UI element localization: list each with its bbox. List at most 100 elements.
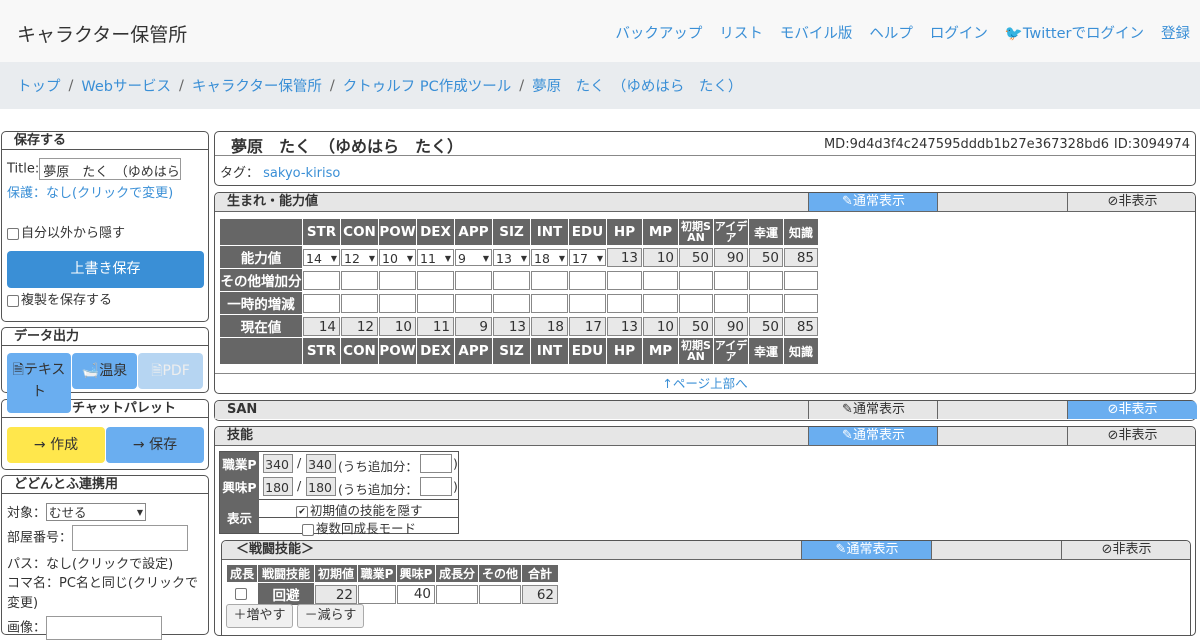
brand-title[interactable]: キャラクター保管所 [17,20,187,47]
skill-normal-toggle[interactable]: ✎通常表示 [808,427,938,445]
copy-checkbox[interactable] [7,294,19,307]
extra-input[interactable] [417,270,454,290]
temp-input[interactable] [493,293,530,313]
ability-footer: STR [303,338,340,364]
current-value: 9 [455,316,492,336]
ability-header: INT [531,219,568,245]
combat-normal-toggle[interactable]: ✎通常表示 [801,541,932,559]
skill-middle-toggle[interactable] [937,427,1068,445]
extra-input[interactable] [607,270,642,290]
extra-input[interactable] [493,270,530,290]
extra-input[interactable] [379,270,416,290]
skill-hobby-input[interactable]: 40 [397,584,435,604]
breadcrumb-webservice[interactable]: Webサービス [81,75,171,96]
skill-job-input[interactable] [358,584,396,604]
nav-backup-link[interactable]: バックアップ [615,22,702,43]
str-select[interactable]: 14 [303,248,340,267]
growth-checkbox[interactable] [235,588,247,600]
hide-initial-checkbox[interactable] [296,505,308,518]
nav-register-link[interactable]: 登録 [1161,22,1190,43]
ability-middle-toggle[interactable] [937,193,1068,211]
nav-twitter-login-link[interactable]: 🐦Twitterでログイン [1005,22,1144,43]
extra-input[interactable] [341,270,378,290]
extra-input[interactable] [714,270,748,290]
koma-link[interactable]: コマ名：PC名と同じ(クリックで変更) [7,576,198,611]
title-input[interactable]: 夢原 たく （ゆめはら [39,158,182,180]
onsen-export-button[interactable]: 🛁温泉 [72,353,137,389]
remove-skill-button[interactable]: －減らす [297,604,364,628]
ability-header: EDU [569,219,606,245]
dex-select[interactable]: 11 [417,248,454,267]
temp-input[interactable] [417,293,454,313]
hide-checkbox[interactable] [7,227,19,240]
protect-link[interactable]: 保護：なし(クリックで変更) [7,186,173,201]
breadcrumb-tool[interactable]: クトゥルフ PC作成ツール [343,75,511,96]
app-select[interactable]: 9 [455,248,492,267]
extra-input[interactable] [303,270,340,290]
san-middle-toggle[interactable] [937,401,1068,419]
san-hide-toggle[interactable]: ⊘非表示 [1067,401,1197,419]
nav-mobile-link[interactable]: モバイル版 [780,22,853,43]
skill-other-input[interactable] [479,584,521,604]
temp-input[interactable] [784,293,818,313]
overwrite-save-button[interactable]: 上書き保存 [7,251,204,288]
temp-input[interactable] [749,293,783,313]
hobby-extra-input[interactable] [420,477,452,496]
pass-link[interactable]: パス：なし(クリックで設定) [7,557,173,572]
extra-input[interactable] [784,270,818,290]
tag-link[interactable]: sakyo-kiriso [263,166,340,181]
temp-input[interactable] [341,293,378,313]
nav-help-link[interactable]: ヘルプ [869,22,913,43]
current-value: 90 [714,316,748,336]
job-extra-input[interactable] [420,454,452,473]
san-section-header: SAN ✎通常表示 ⊘非表示 [215,401,1197,419]
room-input[interactable] [72,525,189,551]
combat-middle-toggle[interactable] [931,541,1062,559]
extra-input[interactable] [455,270,492,290]
temp-input[interactable] [714,293,748,313]
combat-hide-toggle[interactable]: ⊘非表示 [1061,541,1191,559]
extra-input[interactable] [643,270,678,290]
temp-input[interactable] [531,293,568,313]
temp-input[interactable] [379,293,416,313]
extra-input[interactable] [749,270,783,290]
ability-section-header: 生まれ・能力値 ✎通常表示 ⊘非表示 [215,193,1195,212]
image-input[interactable] [46,616,163,640]
ability-normal-toggle[interactable]: ✎通常表示 [808,193,938,211]
text-export-button[interactable]: 🗎テキスト [7,353,71,413]
palette-create-button[interactable]: → 作成 [7,427,105,463]
ability-hide-toggle[interactable]: ⊘非表示 [1067,193,1197,211]
page-top-link[interactable]: ↑ページ上部へ [215,373,1195,393]
san-normal-toggle[interactable]: ✎通常表示 [808,401,938,419]
extra-input[interactable] [531,270,568,290]
siz-select[interactable]: 13 [493,248,530,267]
breadcrumb-storage[interactable]: キャラクター保管所 [192,75,322,96]
pdf-export-button[interactable]: 🗎PDF [138,353,203,389]
breadcrumb-character[interactable]: 夢原 たく （ゆめはら たく） [532,75,742,96]
ability-header: 幸運 [749,219,783,245]
temp-input[interactable] [303,293,340,313]
ability-footer: 幸運 [749,338,783,364]
combat-col-header: 職業P [358,565,396,582]
target-select[interactable]: むせる [46,503,147,521]
edu-select[interactable]: 17 [569,248,606,267]
temp-input[interactable] [569,293,606,313]
temp-input[interactable] [607,293,642,313]
temp-input[interactable] [455,293,492,313]
pow-select[interactable]: 10 [379,248,416,267]
palette-save-button[interactable]: → 保存 [106,427,204,463]
skill-growth-input[interactable] [436,584,478,604]
nav-list-link[interactable]: リスト [719,22,763,43]
ability-header: POW [379,219,416,245]
int-select[interactable]: 18 [531,248,568,267]
nav-login-link[interactable]: ログイン [930,22,988,43]
temp-input[interactable] [679,293,713,313]
add-skill-button[interactable]: ＋増やす [226,604,293,628]
skill-hide-toggle[interactable]: ⊘非表示 [1067,427,1197,445]
breadcrumb-top[interactable]: トップ [17,75,61,96]
multi-growth-checkbox[interactable] [302,523,314,536]
extra-input[interactable] [569,270,606,290]
extra-input[interactable] [679,270,713,290]
con-select[interactable]: 12 [341,248,378,267]
temp-input[interactable] [643,293,678,313]
